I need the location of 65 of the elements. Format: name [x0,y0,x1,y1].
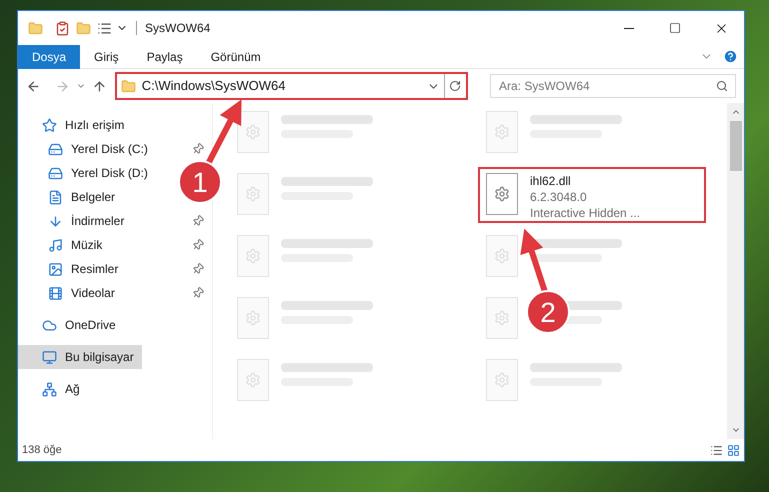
back-icon[interactable] [26,78,41,94]
sidebar-item[interactable]: Hızlı erişim [18,113,132,137]
file-name: ihl62.dll [530,173,572,189]
down-arrow-icon [48,214,63,228]
annotation-arrow [205,99,242,166]
faded-file-icon [237,297,269,339]
film-icon [48,286,63,300]
address-path: C:\Windows\SysWOW64 [142,77,286,96]
faded-file-icon [486,359,518,401]
sidebar-item[interactable]: Bu bilgisayar [18,345,142,369]
refresh-icon [449,80,462,92]
address-bar[interactable]: C:\Windows\SysWOW64 [114,72,468,100]
faded-file-icon [237,111,269,153]
star-icon [42,118,57,132]
ribbon-tab[interactable]: Paylaş [132,44,197,68]
help-icon[interactable] [723,49,738,64]
checklist-icon[interactable] [55,20,70,36]
details-view-icon[interactable] [710,444,723,456]
faded-file-icon [237,359,269,401]
search-icon[interactable] [716,80,728,92]
sidebar-item[interactable]: Yerel Disk (C:) [18,137,156,161]
scrollbar[interactable] [727,103,744,439]
scroll-thumb[interactable] [730,121,742,171]
faded-file-icon [486,235,518,277]
faded-file-icon [237,173,269,215]
sidebar-item[interactable]: Yerel Disk (D:) [18,161,156,185]
cloud-icon [42,318,57,332]
file-detail: 6.2.3048.0 [530,189,588,205]
tiles-view-icon[interactable] [727,444,740,456]
ribbon-tab[interactable]: Görünüm [196,44,275,68]
faded-detail-bar [530,254,602,262]
ribbon-tab[interactable]: Dosya [18,44,80,68]
sidebar-item[interactable]: Müzik [18,233,110,257]
properties-icon[interactable] [97,20,112,36]
document-icon [48,190,63,204]
sidebar-item[interactable]: İndirmeler [18,209,132,233]
sidebar-item[interactable]: Belgeler [18,185,124,209]
sidebar-item[interactable]: Resimler [18,257,126,281]
step-badge [526,290,570,334]
up-icon[interactable] [92,78,107,94]
ribbon-tab[interactable]: Giriş [80,44,133,68]
music-note-icon [48,238,63,252]
sidebar-item[interactable]: Ağ [18,377,88,401]
faded-file-icon [486,111,518,153]
annotation-arrow [520,228,548,293]
faded-file-icon [237,235,269,277]
picture-icon [48,262,63,276]
search-field[interactable]: Ara: SysWOW64 [490,74,736,98]
faded-file-icon [486,297,518,339]
sidebar-item[interactable]: OneDrive [18,313,124,337]
sidebar-item[interactable]: Videolar [18,281,123,305]
item-count: 138 öğe [22,442,62,458]
file-detail: Interactive Hidden ... [530,205,640,221]
drive-icon [48,142,63,156]
step-badge [178,160,222,204]
monitor-icon [42,350,57,364]
step-number: 1 [192,167,208,198]
step-number: 2 [540,297,556,328]
folder-icon [120,78,136,94]
maximize-icon [669,22,681,34]
window-title: SysWOW64 [145,20,210,37]
dll-file-icon [486,173,518,215]
network-icon [42,382,57,396]
file-tile[interactable]: ihl62.dll 6.2.3048.0 Interactive Hidden ... [478,167,706,223]
drive-icon [48,166,63,180]
